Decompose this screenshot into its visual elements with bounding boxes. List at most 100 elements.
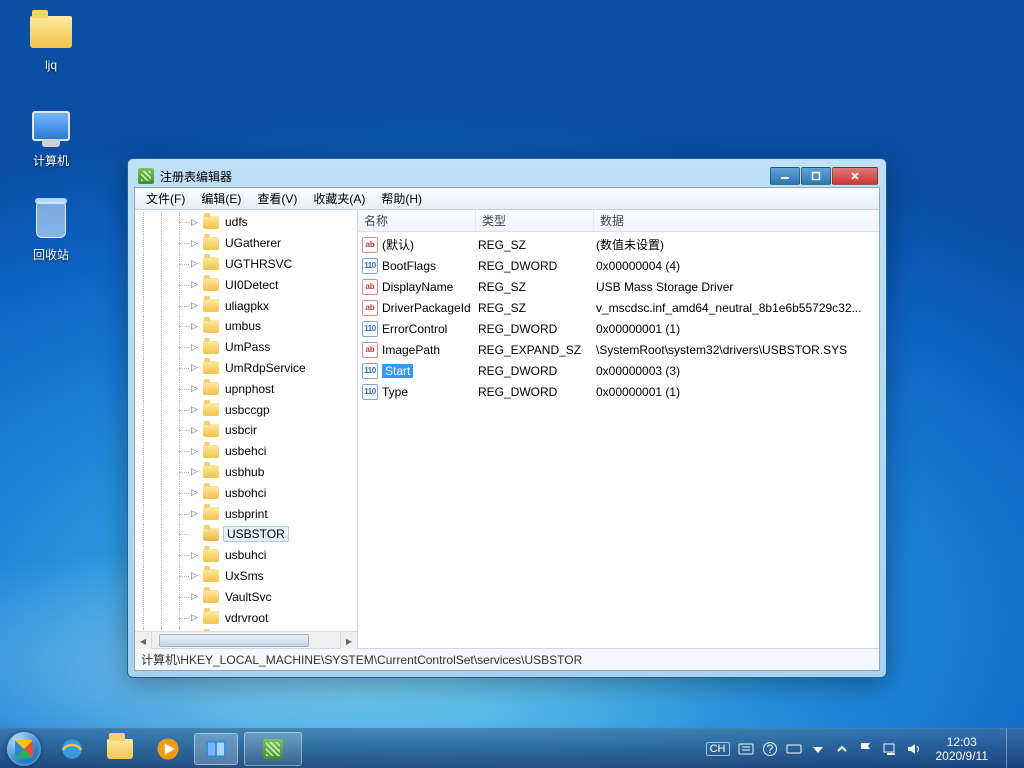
menu-favorites[interactable]: 收藏夹(A) [306,188,372,209]
tree-node-label: usbcir [223,422,259,438]
dword-value-icon [362,258,378,274]
value-row[interactable]: ImagePathREG_EXPAND_SZ\SystemRoot\system… [358,339,879,360]
tree-node-uxsms[interactable]: ▷ UxSms [135,566,357,587]
network-icon[interactable] [882,741,898,757]
expand-collapse-icon[interactable]: ▷ [189,404,200,415]
keyboard-icon[interactable] [786,741,802,757]
expand-collapse-icon[interactable]: ▷ [189,362,200,373]
tree-node-usbohci[interactable]: ▷usbohci [135,482,357,503]
tree-node-usbehci[interactable]: ▷usbehci [135,441,357,462]
expand-collapse-icon[interactable]: ▷ [189,217,200,228]
folder-icon [203,216,219,229]
tree-node-umrdpservice[interactable]: ▷UmRdpService [135,358,357,379]
tree-node-vdrvroot[interactable]: ▷vdrvroot [135,607,357,628]
expand-collapse-icon[interactable]: ▷ [189,591,200,602]
expand-collapse-icon[interactable]: ▷ [189,466,200,477]
expand-collapse-icon[interactable]: ▷ [189,300,200,311]
expand-collapse-icon[interactable]: ▷ [189,487,200,498]
tree-node-usbcir[interactable]: ▷ usbcir [135,420,357,441]
tree-node-usbprint[interactable]: ▷usbprint [135,503,357,524]
expand-collapse-icon[interactable]: ▷ [189,550,200,561]
expand-collapse-icon[interactable]: ▷ [189,321,200,332]
minimize-button[interactable] [770,167,800,185]
folder-icon [203,424,219,437]
close-button[interactable] [832,167,878,185]
tree-node-vaultsvc[interactable]: ▷ VaultSvc [135,586,357,607]
expand-collapse-icon[interactable]: ▷ [189,508,200,519]
menu-edit[interactable]: 编辑(E) [194,188,248,209]
value-row[interactable]: TypeREG_DWORD0x00000001 (1) [358,381,879,402]
column-type[interactable]: 类型 [476,210,594,231]
value-row[interactable]: DriverPackageIdREG_SZv_mscdsc.inf_amd64_… [358,297,879,318]
tray-expand-icon[interactable] [834,741,850,757]
tree-node-label: UmPass [223,339,272,355]
menu-view[interactable]: 查看(V) [250,188,304,209]
expand-collapse-icon[interactable]: ▷ [189,238,200,249]
taskbar-ie[interactable] [50,733,94,765]
expand-collapse-icon[interactable]: ▷ [189,612,200,623]
taskbar-sidebar[interactable] [194,733,238,765]
value-row[interactable]: DisplayNameREG_SZUSB Mass Storage Driver [358,276,879,297]
tree-horizontal-scrollbar[interactable]: ◂ ▸ [135,631,357,648]
tree-node-label: UxSms [223,568,266,584]
tree-node-label: UI0Detect [223,277,280,293]
tree-node-label: VaultSvc [223,589,273,605]
show-desktop-button[interactable] [1006,729,1018,768]
list-header: 名称 类型 数据 [358,210,879,232]
registry-tree-pane: ▷udfs▷UGatherer▷UGTHRSVC▷UI0Detect▷uliag… [135,210,358,648]
options-icon[interactable] [810,741,826,757]
tree-node-udfs[interactable]: ▷udfs [135,212,357,233]
expand-collapse-icon[interactable]: ▷ [189,425,200,436]
value-data: \SystemRoot\system32\drivers\USBSTOR.SYS [596,343,879,357]
tree-node-ugthrsvc[interactable]: ▷ UGTHRSVC [135,254,357,275]
column-name[interactable]: 名称 [358,210,476,231]
expand-collapse-icon[interactable]: ▷ [189,258,200,269]
tree-node-umpass[interactable]: ▷ UmPass [135,337,357,358]
folder-icon [203,569,219,582]
expand-collapse-icon[interactable]: ▷ [189,570,200,581]
taskbar-explorer[interactable] [98,733,142,765]
expand-collapse-icon[interactable]: ▷ [189,279,200,290]
tree-node-upnphost[interactable]: ▷upnphost [135,378,357,399]
expand-collapse-icon[interactable]: ▷ [189,383,200,394]
tree-node-ui0detect[interactable]: ▷ UI0Detect [135,274,357,295]
desktop-icon-user-folder[interactable]: ljq [14,10,88,72]
tree-node-ugatherer[interactable]: ▷UGatherer [135,233,357,254]
desktop-icon-recycle-bin[interactable]: 回收站 [14,198,88,263]
taskbar-media-player[interactable] [146,733,190,765]
volume-icon[interactable] [906,741,922,757]
column-data[interactable]: 数据 [594,210,879,231]
tree-node-label: UGTHRSVC [223,256,294,272]
expand-collapse-icon[interactable]: ▷ [189,342,200,353]
tree-node-umbus[interactable]: ▷umbus [135,316,357,337]
menu-help[interactable]: 帮助(H) [374,188,429,209]
value-row[interactable]: ErrorControlREG_DWORD0x00000001 (1) [358,318,879,339]
desktop-icon-computer[interactable]: 计算机 [14,104,88,169]
value-name: DriverPackageId [382,301,478,315]
tree-node-uliagpkx[interactable]: ▷uliagpkx [135,295,357,316]
help-icon[interactable]: ? [762,741,778,757]
value-row[interactable]: (默认)REG_SZ(数值未设置) [358,234,879,255]
start-button[interactable] [4,729,44,768]
expand-collapse-icon[interactable] [189,529,200,540]
scroll-right-arrow-icon[interactable]: ▸ [340,632,357,649]
taskbar-task-regedit[interactable] [244,732,302,766]
ime-language[interactable]: CH [706,742,730,756]
titlebar[interactable]: 注册表编辑器 [134,165,880,187]
tree-node-usbstor[interactable]: USBSTOR [135,524,357,545]
action-flag-icon[interactable] [858,741,874,757]
value-row[interactable]: BootFlagsREG_DWORD0x00000004 (4) [358,255,879,276]
value-name: (默认) [382,236,478,253]
tree-node-usbccgp[interactable]: ▷usbccgp [135,399,357,420]
value-row[interactable]: StartREG_DWORD0x00000003 (3) [358,360,879,381]
maximize-button[interactable] [801,167,831,185]
menu-file[interactable]: 文件(F) [139,188,192,209]
menubar: 文件(F) 编辑(E) 查看(V) 收藏夹(A) 帮助(H) [135,188,879,210]
scroll-thumb[interactable] [159,634,309,647]
tree-node-usbhub[interactable]: ▷usbhub [135,462,357,483]
tree-node-usbuhci[interactable]: ▷usbuhci [135,545,357,566]
ime-pad-icon[interactable] [738,741,754,757]
scroll-left-arrow-icon[interactable]: ◂ [135,632,152,649]
taskbar-clock[interactable]: 12:03 2020/9/11 [930,735,995,763]
expand-collapse-icon[interactable]: ▷ [189,446,200,457]
